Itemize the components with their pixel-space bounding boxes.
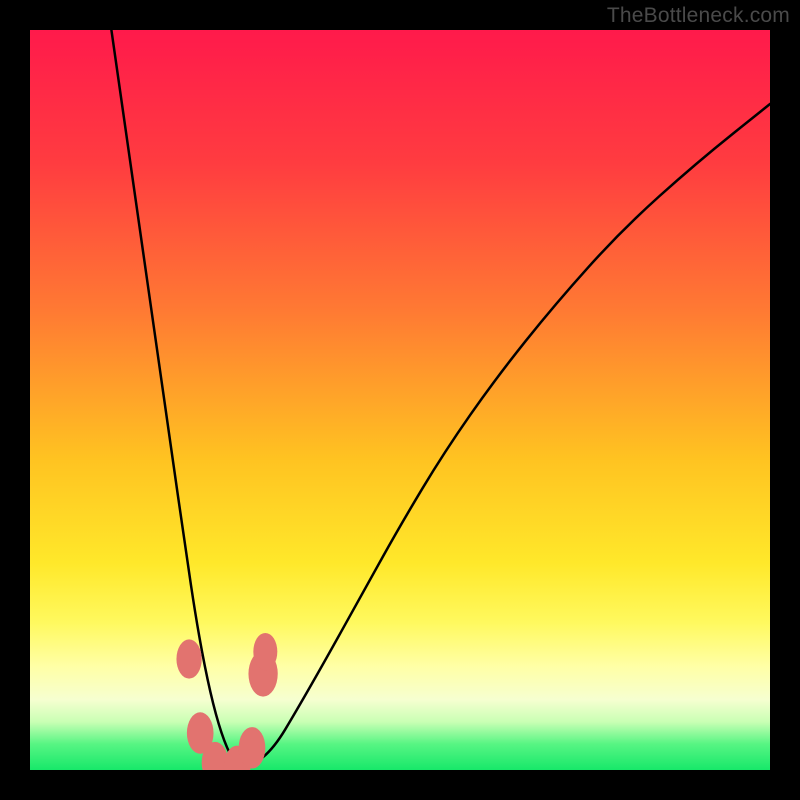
curve-layer <box>30 30 770 770</box>
curve-marker <box>239 727 266 768</box>
bottleneck-curve <box>111 30 770 769</box>
curve-marker <box>176 639 201 678</box>
plot-area <box>30 30 770 770</box>
watermark-text: TheBottleneck.com <box>607 4 790 28</box>
chart-frame: TheBottleneck.com <box>0 0 800 800</box>
curve-marker <box>253 633 277 670</box>
